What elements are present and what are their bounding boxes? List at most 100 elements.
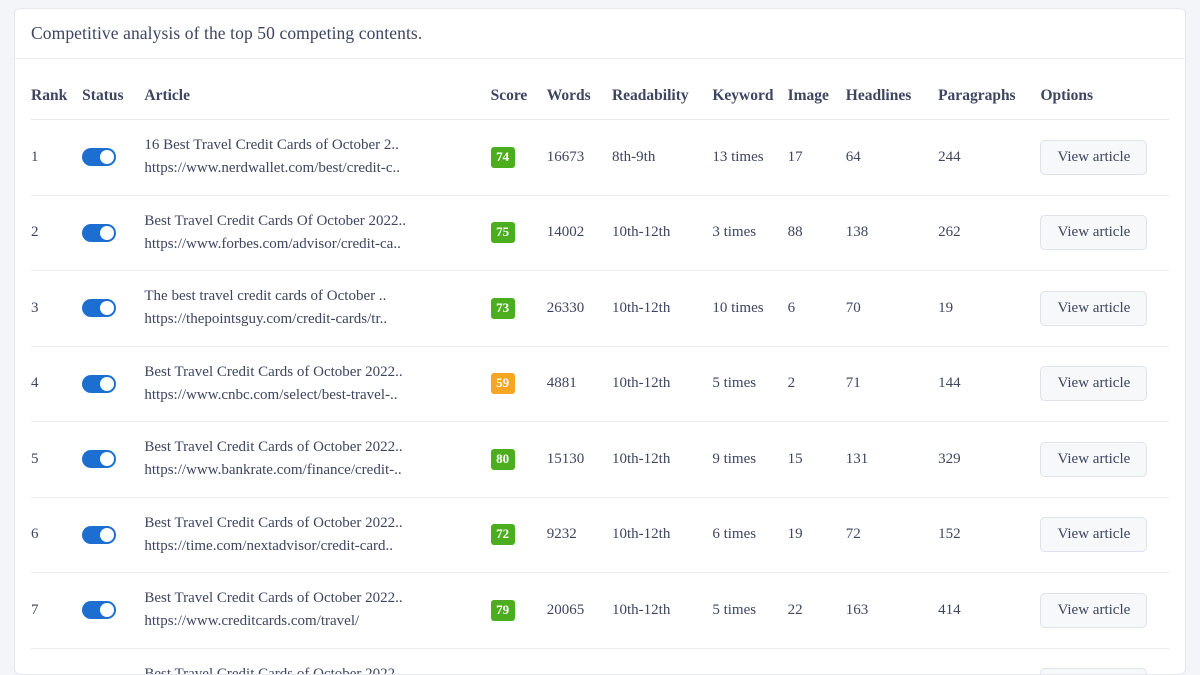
options-cell: View article (1040, 648, 1169, 675)
competitive-analysis-table-card: Rank Status Article Score Words Readabil… (14, 58, 1186, 675)
view-article-button[interactable]: View article (1040, 366, 1147, 401)
view-article-button[interactable]: View article (1040, 140, 1147, 175)
keyword-cell: 9 times (712, 422, 787, 498)
table-row: 5Best Travel Credit Cards of October 202… (31, 422, 1169, 498)
rank-value: 4 (31, 375, 39, 391)
readability-cell: 8th-9th (612, 120, 712, 196)
paragraphs-cell: 244 (938, 120, 1040, 196)
view-article-button[interactable]: View article (1040, 593, 1147, 628)
toggle-knob-icon (100, 150, 114, 164)
article-url: https://www.nerdwallet.com/best/credit-c… (144, 157, 490, 180)
article-cell[interactable]: 16 Best Travel Credit Cards of October 2… (144, 120, 490, 196)
options-cell: View article (1040, 573, 1169, 649)
rank-cell: 1 (31, 120, 82, 196)
view-article-button[interactable]: View article (1040, 442, 1147, 477)
image-cell: 19 (788, 497, 846, 573)
rank-cell: 9 (31, 648, 82, 675)
words-cell: 17681 (547, 648, 612, 675)
options-cell: View article (1040, 497, 1169, 573)
readability-cell: 10th-12th (612, 346, 712, 422)
status-toggle[interactable] (82, 526, 116, 544)
article-title: Best Travel Credit Cards of October 2022… (144, 436, 490, 459)
rank-value: 7 (31, 602, 39, 618)
column-header-article: Article (144, 59, 490, 120)
score-badge: 74 (491, 147, 515, 168)
column-header-keyword: Keyword (712, 59, 787, 120)
keyword-cell: 6 times (712, 497, 787, 573)
rank-cell: 3 (31, 271, 82, 347)
article-title: Best Travel Credit Cards Of October 2022… (144, 210, 490, 233)
options-cell: View article (1040, 346, 1169, 422)
image-cell: 17 (788, 120, 846, 196)
image-cell: 2 (788, 346, 846, 422)
image-cell: 22 (788, 573, 846, 649)
status-cell (82, 195, 144, 271)
status-toggle[interactable] (82, 601, 116, 619)
rank-cell: 4 (31, 346, 82, 422)
article-cell[interactable]: Best Travel Credit Cards of October 2022… (144, 422, 490, 498)
paragraphs-cell: 329 (938, 422, 1040, 498)
headlines-cell: 70 (846, 271, 938, 347)
view-article-button[interactable]: View article (1040, 668, 1147, 675)
status-toggle[interactable] (82, 450, 116, 468)
score-cell: 79 (491, 573, 547, 649)
view-article-button[interactable]: View article (1040, 291, 1147, 326)
image-cell: 28 (788, 648, 846, 675)
options-cell: View article (1040, 422, 1169, 498)
article-cell[interactable]: Best Travel Credit Cards of October 2022… (144, 497, 490, 573)
status-toggle[interactable] (82, 299, 116, 317)
view-article-button[interactable]: View article (1040, 517, 1147, 552)
article-url: https://www.cnbc.com/select/best-travel-… (144, 384, 490, 407)
article-title: The best travel credit cards of October … (144, 285, 490, 308)
article-cell[interactable]: Best Travel Credit Cards of October 2022… (144, 346, 490, 422)
paragraphs-cell: 369 (938, 648, 1040, 675)
competitive-analysis-table: Rank Status Article Score Words Readabil… (31, 59, 1169, 675)
column-header-status: Status (82, 59, 144, 120)
article-title: Best Travel Credit Cards of October 2022… (144, 663, 490, 675)
status-toggle[interactable] (82, 148, 116, 166)
article-title: 16 Best Travel Credit Cards of October 2… (144, 134, 490, 157)
headlines-cell: 131 (846, 422, 938, 498)
options-cell: View article (1040, 271, 1169, 347)
article-cell[interactable]: Best Travel Credit Cards Of October 2022… (144, 195, 490, 271)
paragraphs-cell: 144 (938, 346, 1040, 422)
image-cell: 6 (788, 271, 846, 347)
words-cell: 20065 (547, 573, 612, 649)
keyword-cell: 10 times (712, 271, 787, 347)
table-row: 1 16 Best Travel Credit Cards of October … (31, 120, 1169, 196)
score-badge: 72 (491, 524, 515, 545)
keyword-cell: 40 times (712, 648, 787, 675)
rank-value: 1 (31, 149, 39, 165)
headlines-cell: 71 (846, 346, 938, 422)
column-header-paragraphs: Paragraphs (938, 59, 1040, 120)
keyword-cell: 5 times (712, 573, 787, 649)
image-cell: 15 (788, 422, 846, 498)
status-cell (82, 497, 144, 573)
column-header-readability: Readability (612, 59, 712, 120)
table-body: 1 16 Best Travel Credit Cards of October … (31, 120, 1169, 675)
options-cell: View article (1040, 195, 1169, 271)
table-row: 9 Best Travel Credit Cards of October 202… (31, 648, 1169, 675)
column-header-score: Score (491, 59, 547, 120)
status-cell (82, 648, 144, 675)
score-badge: 59 (491, 373, 515, 394)
score-cell: 81 (491, 648, 547, 675)
status-toggle[interactable] (82, 224, 116, 242)
readability-cell: 10th-12th (612, 422, 712, 498)
view-article-button[interactable]: View article (1040, 215, 1147, 250)
article-cell[interactable]: Best Travel Credit Cards of October 2022… (144, 573, 490, 649)
table-row: 4 Best Travel Credit Cards of October 202… (31, 346, 1169, 422)
rank-value: 3 (31, 300, 39, 316)
article-cell[interactable]: The best travel credit cards of October … (144, 271, 490, 347)
article-cell[interactable]: Best Travel Credit Cards of October 2022… (144, 648, 490, 675)
article-url: https://thepointsguy.com/credit-cards/tr… (144, 308, 490, 331)
words-cell: 15130 (547, 422, 612, 498)
column-header-options: Options (1040, 59, 1169, 120)
headlines-cell: 138 (846, 195, 938, 271)
readability-cell: 10th-12th (612, 648, 712, 675)
score-cell: 73 (491, 271, 547, 347)
headlines-cell: 64 (846, 120, 938, 196)
score-badge: 73 (491, 298, 515, 319)
status-toggle[interactable] (82, 375, 116, 393)
table-header-row: Rank Status Article Score Words Readabil… (31, 59, 1169, 120)
